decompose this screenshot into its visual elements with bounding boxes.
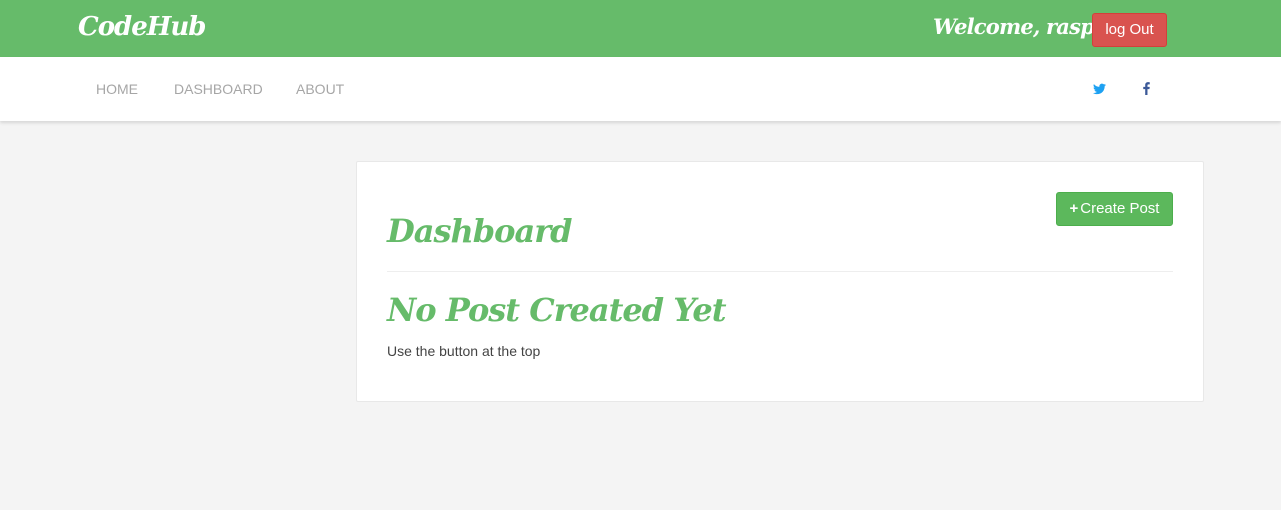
page-title: Dashboard [387,212,572,250]
create-post-button[interactable]: + Create Post [1056,192,1173,226]
brand-logo[interactable]: CodeHub [78,12,206,42]
facebook-icon[interactable] [1138,79,1154,99]
twitter-icon[interactable] [1091,79,1107,99]
top-header: CodeHub Welcome, raspi log Out [0,0,1281,57]
plus-icon: + [1069,200,1079,217]
nav-home[interactable]: HOME [96,81,138,97]
logout-button[interactable]: log Out [1092,13,1167,47]
divider [387,271,1173,272]
empty-state-title: No Post Created Yet [387,291,726,329]
empty-state-text: Use the button at the top [387,343,541,359]
create-post-label: Create Post [1080,200,1160,217]
dashboard-card: + Create Post Dashboard No Post Created Y… [356,161,1204,402]
nav-bar: HOME DASHBOARD ABOUT [0,57,1281,121]
welcome-message: Welcome, raspi [933,14,1102,39]
nav-dashboard[interactable]: DASHBOARD [174,81,263,97]
nav-about[interactable]: ABOUT [296,81,344,97]
